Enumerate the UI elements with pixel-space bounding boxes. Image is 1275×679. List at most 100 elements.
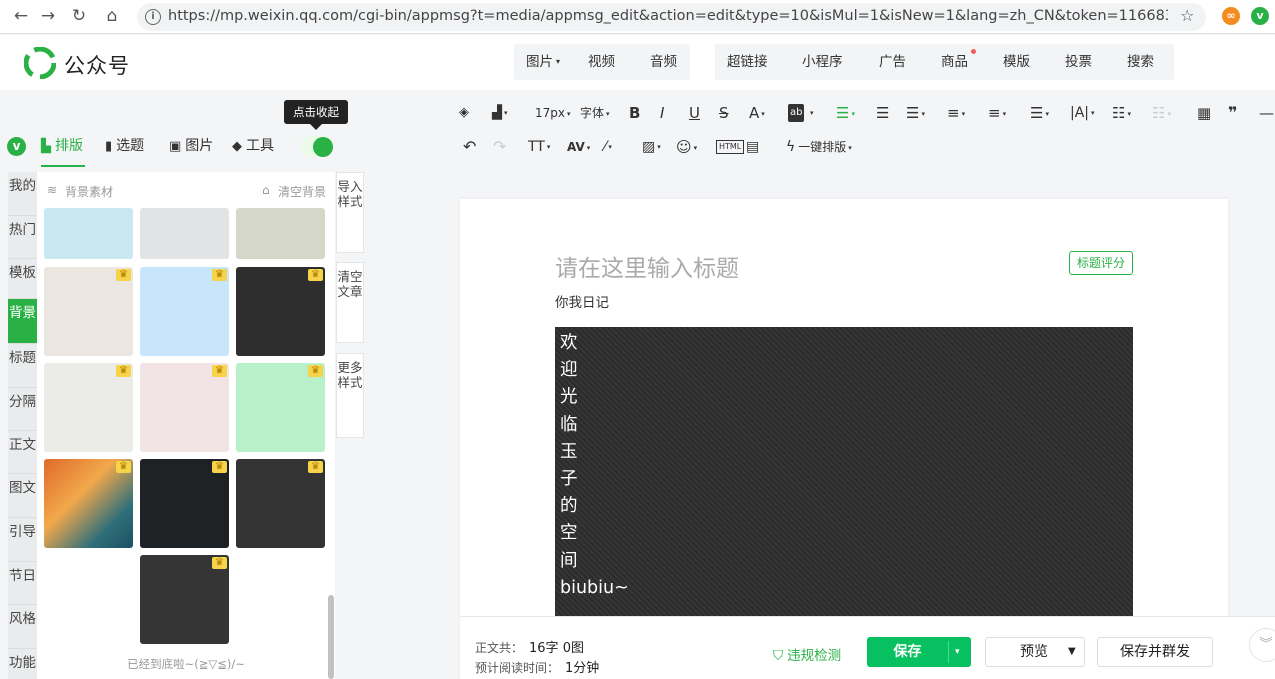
font-color-icon[interactable]: A ▾ bbox=[749, 104, 765, 123]
italic-icon[interactable]: I bbox=[660, 104, 664, 122]
vtab-image-text[interactable]: 图文 bbox=[8, 474, 37, 518]
vtab-background[interactable]: 背景 bbox=[8, 299, 37, 344]
back-icon[interactable]: ← bbox=[10, 5, 32, 27]
bg-tile[interactable] bbox=[236, 208, 325, 259]
align-left-icon[interactable]: ☰ ▾ bbox=[836, 104, 855, 123]
toggle-knob[interactable] bbox=[313, 137, 333, 157]
divider-icon[interactable]: — bbox=[1259, 104, 1274, 122]
content-block[interactable]: 欢 迎 光 临 玉 子 的 空 间 biubiu~ bbox=[555, 327, 1133, 627]
url-text[interactable]: https://mp.weixin.qq.com/cgi-bin/appmsg?… bbox=[168, 8, 1168, 24]
line-height-icon[interactable]: ≡ ▾ bbox=[947, 104, 965, 123]
title-score-button[interactable]: 标题评分 bbox=[1069, 251, 1133, 275]
html-icon[interactable]: HTML bbox=[716, 140, 745, 154]
bg-tile[interactable]: ♛ bbox=[236, 363, 325, 452]
preview-dropdown-icon[interactable]: ▼ bbox=[1068, 638, 1076, 666]
undo-icon[interactable]: ↶ bbox=[463, 138, 476, 156]
font-family-select[interactable]: 字体 ▾ bbox=[580, 104, 610, 123]
vtab-guide[interactable]: 引导 bbox=[8, 518, 37, 562]
bg-tile[interactable]: ♛ bbox=[44, 459, 133, 548]
format-painter-icon[interactable]: ◈ bbox=[459, 104, 469, 122]
highlight-caret[interactable]: ▾ bbox=[808, 104, 814, 123]
clear-background-button[interactable]: 清空背景 bbox=[278, 183, 326, 200]
menu-image[interactable]: 图片 ▾ bbox=[526, 44, 560, 80]
vtab-mine[interactable]: 我的 bbox=[8, 172, 37, 216]
plugin-logo-icon[interactable]: v bbox=[7, 137, 26, 156]
compliance-check-button[interactable]: ⛉ 违规检测 bbox=[773, 644, 841, 664]
more-styles-button[interactable]: 更多样式 bbox=[336, 353, 364, 438]
reload-icon[interactable]: ↻ bbox=[68, 5, 90, 27]
save-and-send-button[interactable]: 保存并群发 bbox=[1097, 637, 1213, 667]
bg-tile[interactable]: ♛ bbox=[140, 363, 229, 452]
menu-search[interactable]: 搜索 bbox=[1127, 44, 1154, 80]
list-icon[interactable]: ☷ ▾ bbox=[1112, 104, 1131, 123]
one-click-layout-button[interactable]: ϟ 一键排版 ▾ bbox=[786, 138, 852, 157]
font-size-select[interactable]: 17px ▾ bbox=[535, 104, 571, 123]
letter-spacing-icon[interactable]: |A| ▾ bbox=[1070, 104, 1095, 122]
bg-tile[interactable] bbox=[140, 208, 229, 259]
bg-tile[interactable]: ♛ bbox=[140, 459, 229, 548]
save-button[interactable]: 保存 ▾ bbox=[867, 637, 971, 667]
author-input[interactable]: 你我日记 bbox=[555, 291, 609, 311]
tab-images[interactable]: ▣ 图片 bbox=[169, 137, 213, 157]
title-input[interactable]: 请在这里输入标题 bbox=[555, 249, 739, 283]
tab-layout[interactable]: ▙ 排版 bbox=[41, 137, 83, 157]
bookmark-star-icon[interactable]: ☆ bbox=[1180, 6, 1194, 25]
tab-tools[interactable]: ◆ 工具 bbox=[232, 137, 274, 157]
vtab-title[interactable]: 标题 bbox=[8, 344, 37, 388]
menu-hyperlink[interactable]: 超链接 bbox=[727, 44, 768, 80]
vtab-template[interactable]: 模板 bbox=[8, 259, 37, 299]
align-center-icon[interactable]: ☰ bbox=[876, 104, 889, 122]
magic-wand-icon[interactable]: ⁄ ▾ bbox=[604, 138, 612, 156]
import-style-button[interactable]: 导入样式 bbox=[336, 172, 364, 253]
grid-scrollbar[interactable] bbox=[328, 595, 334, 679]
highlight-icon[interactable]: ab bbox=[788, 104, 805, 122]
clear-background-icon[interactable]: ⌂ bbox=[262, 183, 270, 197]
bg-tile[interactable]: ♛ bbox=[236, 267, 325, 356]
quote-icon[interactable]: ❞ bbox=[1228, 104, 1237, 122]
bold-icon[interactable]: B bbox=[629, 104, 640, 122]
bg-tile[interactable]: ♛ bbox=[140, 555, 229, 644]
vtab-divider[interactable]: 分隔 bbox=[8, 388, 37, 431]
vtab-body[interactable]: 正文 bbox=[8, 431, 37, 474]
menu-audio[interactable]: 音频 bbox=[650, 44, 677, 80]
extension-icon[interactable]: ∞ bbox=[1222, 7, 1240, 25]
content-text[interactable]: 欢 迎 光 临 玉 子 的 空 间 biubiu~ bbox=[560, 330, 680, 602]
save-dropdown-icon[interactable]: ▾ bbox=[955, 637, 960, 667]
vtab-hot[interactable]: 热门 bbox=[8, 216, 37, 259]
preview-button[interactable]: 预览 ▼ bbox=[985, 637, 1085, 667]
bg-tile[interactable]: ♛ bbox=[236, 459, 325, 548]
redo-icon[interactable]: ↷ bbox=[493, 138, 506, 156]
home-icon[interactable]: ⌂ bbox=[101, 5, 123, 27]
scroll-down-icon[interactable]: ︾ bbox=[1249, 628, 1275, 662]
bg-tile[interactable] bbox=[44, 208, 133, 259]
vtab-style[interactable]: 风格 bbox=[8, 605, 37, 649]
menu-ads[interactable]: 广告 bbox=[879, 44, 906, 80]
address-bar[interactable]: i https://mp.weixin.qq.com/cgi-bin/appms… bbox=[137, 3, 1206, 31]
outdent-icon[interactable]: ☰ ▾ bbox=[1030, 104, 1049, 123]
clear-article-button[interactable]: 清空文章 bbox=[336, 262, 364, 343]
tab-topics[interactable]: ▮ 选题 bbox=[105, 137, 144, 157]
strikethrough-icon[interactable]: S bbox=[719, 104, 729, 122]
clear-format-icon[interactable]: ▟ ▾ bbox=[492, 104, 508, 123]
paragraph-spacing-icon[interactable]: ≡ ▾ bbox=[988, 104, 1006, 123]
vtab-festival[interactable]: 节日 bbox=[8, 562, 37, 605]
emoji-icon[interactable]: ☺ ▾ bbox=[676, 138, 697, 157]
extension-v-icon[interactable]: v bbox=[1251, 7, 1269, 25]
menu-vote[interactable]: 投票 bbox=[1065, 44, 1092, 80]
insert-image-icon[interactable]: ▨ ▾ bbox=[642, 138, 661, 156]
vtab-function[interactable]: 功能 bbox=[8, 649, 37, 679]
menu-miniprogram[interactable]: 小程序 bbox=[802, 44, 843, 80]
table-icon[interactable]: ▦ bbox=[1197, 104, 1211, 122]
underline-icon[interactable]: U bbox=[689, 104, 700, 122]
letter-case-icon[interactable]: AV ▾ bbox=[567, 138, 590, 157]
text-format-icon[interactable]: TT ▾ bbox=[528, 138, 550, 156]
info-icon[interactable]: i bbox=[145, 9, 161, 25]
numbered-list-icon[interactable]: ☷ ▾ bbox=[1152, 104, 1171, 123]
bg-tile[interactable]: ♛ bbox=[44, 267, 133, 356]
menu-goods[interactable]: 商品 bbox=[941, 44, 968, 80]
menu-video[interactable]: 视频 bbox=[588, 44, 615, 80]
forward-icon[interactable]: → bbox=[37, 5, 59, 27]
toolkit-icon[interactable]: ▤ bbox=[746, 138, 759, 156]
menu-template[interactable]: 模版 bbox=[1003, 44, 1030, 80]
indent-icon[interactable]: ☰ ▾ bbox=[906, 104, 925, 123]
